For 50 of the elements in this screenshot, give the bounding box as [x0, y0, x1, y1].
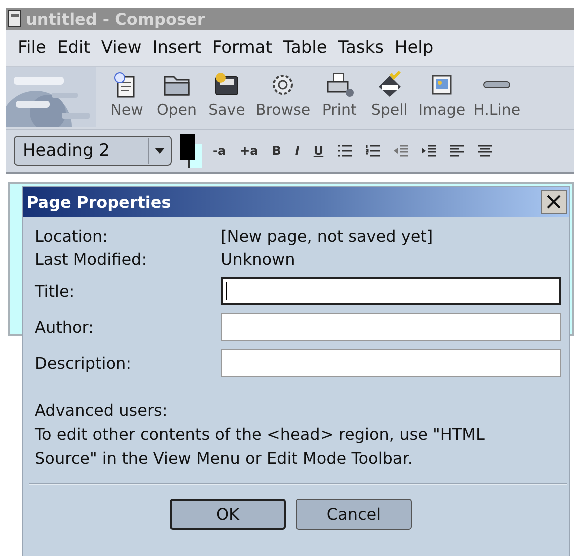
input-field[interactable]: [221, 277, 561, 305]
menu-item[interactable]: Insert: [152, 38, 202, 58]
indent-icon: [422, 145, 436, 157]
input-field[interactable]: [221, 313, 561, 341]
bullet-list-icon: [338, 145, 352, 157]
menu-item[interactable]: Format: [212, 38, 272, 58]
note-heading: Advanced users:: [35, 400, 169, 422]
numbered-list-icon: [366, 145, 380, 157]
toolbar-button[interactable]: Open: [152, 67, 202, 129]
caret-icon: [155, 148, 165, 154]
note-text: To edit other contents of the <head> region, use "HTML Source" in the View Menu or Edit Mode Toolbar.: [35, 424, 486, 470]
field-label: Title:: [35, 282, 76, 300]
input-field[interactable]: [221, 349, 561, 377]
close-button[interactable]: [541, 190, 567, 214]
printer-icon: [324, 71, 355, 99]
menu-item[interactable]: Help: [394, 38, 434, 58]
field-value: Unknown: [221, 250, 296, 269]
outdent-icon: [394, 145, 408, 157]
align-center-icon: [478, 145, 492, 157]
dialog-button[interactable]: OK: [170, 499, 286, 530]
format-button[interactable]: B: [269, 144, 284, 158]
window-title: untitled - Composer: [26, 10, 206, 28]
menu-item[interactable]: Tasks: [338, 38, 384, 58]
format-button[interactable]: I: [292, 144, 303, 158]
format-button[interactable]: -a: [210, 144, 230, 158]
align-left-icon: [450, 145, 464, 157]
field-label: Description:: [35, 354, 133, 372]
toolbar-button[interactable]: New: [102, 67, 152, 129]
menu-item[interactable]: Edit: [57, 38, 90, 58]
close-icon: [547, 195, 561, 209]
toolbar-button[interactable]: Image: [414, 67, 470, 129]
toolbar-button[interactable]: Save: [202, 67, 252, 129]
field-value: [New page, not saved yet]: [221, 227, 434, 246]
menu-item[interactable]: Table: [283, 38, 328, 58]
field-label: Author:: [35, 318, 95, 336]
format-button[interactable]: U: [310, 144, 327, 158]
toolbar-button[interactable]: Print: [314, 67, 365, 129]
menu-item[interactable]: View: [101, 38, 142, 58]
dialog-title: Page Properties: [27, 192, 172, 212]
toolbar-button[interactable]: Browse: [252, 67, 315, 129]
paragraph-style-dropdown[interactable]: Heading 2: [14, 136, 172, 166]
format-button[interactable]: +a: [237, 144, 262, 158]
field-label: Location:: [35, 227, 110, 246]
color-picker-icon[interactable]: [180, 134, 202, 168]
menu-item[interactable]: File: [18, 38, 46, 58]
toolbar-button[interactable]: Spell: [364, 67, 415, 129]
toolbar-button[interactable]: H.Line: [470, 67, 525, 129]
dialog-button[interactable]: Cancel: [296, 499, 412, 530]
field-label: Last Modified:: [35, 250, 148, 269]
app-icon: [8, 10, 22, 28]
